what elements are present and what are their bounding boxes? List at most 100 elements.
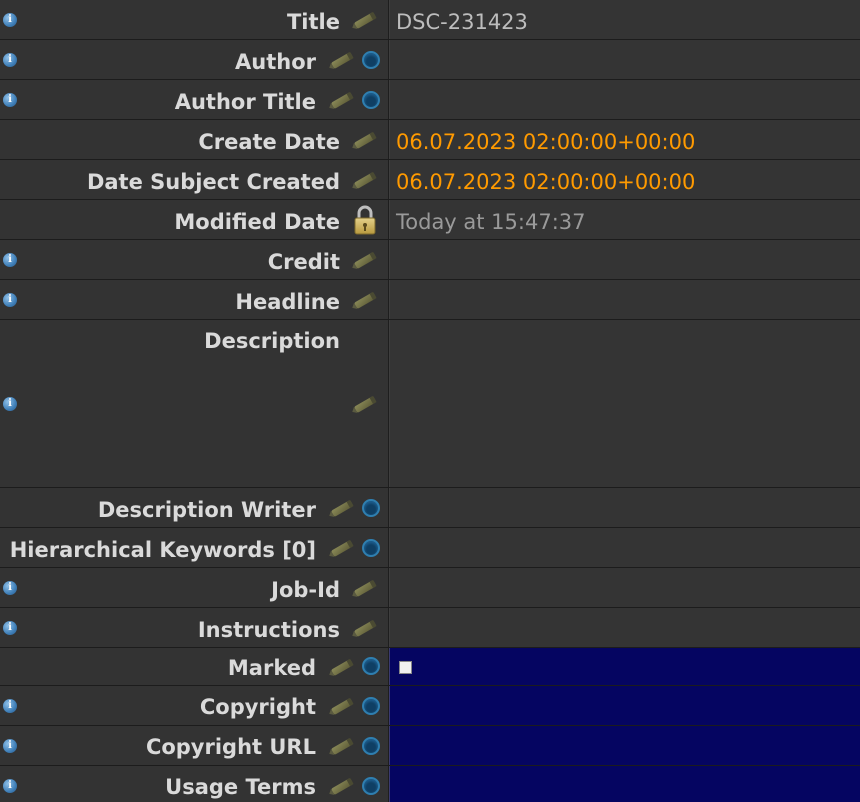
field-row-usage-terms: i Usage Terms [0, 766, 860, 802]
pencil-icon[interactable] [328, 696, 356, 716]
marked-field [389, 648, 860, 685]
field-row-hierarchical-keywords: Hierarchical Keywords [0] [0, 528, 860, 568]
pencil-icon[interactable] [328, 657, 356, 677]
drop-icon[interactable] [362, 539, 380, 557]
field-label: Credit [267, 250, 340, 274]
date-subject-created-input[interactable]: 06.07.2023 02:00:00+00:00 [389, 160, 860, 199]
pencil-icon[interactable] [351, 250, 379, 270]
pencil-icon[interactable] [328, 776, 356, 796]
drop-icon[interactable] [362, 51, 380, 69]
field-label: Author Title [174, 90, 316, 114]
field-label: Copyright URL [145, 735, 316, 759]
drop-icon[interactable] [362, 91, 380, 109]
label-cell: i Description [0, 320, 389, 487]
info-icon[interactable]: i [3, 739, 17, 753]
field-row-create-date: Create Date 06.07.2023 02:00:00+00:00 [0, 120, 860, 160]
lock-icon [354, 205, 376, 235]
label-cell: Modified Date [0, 200, 389, 239]
label-cell: i Copyright URL [0, 726, 389, 765]
field-row-instructions: i Instructions [0, 608, 860, 648]
field-label: Title [286, 10, 340, 34]
pencil-icon[interactable] [351, 130, 379, 150]
pencil-icon[interactable] [351, 10, 379, 30]
author-input[interactable] [389, 40, 860, 79]
label-cell: i Copyright [0, 686, 389, 725]
field-row-author-title: i Author Title [0, 80, 860, 120]
field-row-marked: Marked [0, 648, 860, 686]
credit-input[interactable] [389, 240, 860, 279]
field-label: Headline [235, 290, 340, 314]
headline-input[interactable] [389, 280, 860, 319]
pencil-icon[interactable] [328, 736, 356, 756]
field-label: Job-Id [271, 578, 340, 602]
date-subject-created-value: 06.07.2023 02:00:00+00:00 [396, 170, 696, 194]
field-row-job-id: i Job-Id [0, 568, 860, 608]
field-row-credit: i Credit [0, 240, 860, 280]
field-label: Copyright [199, 695, 316, 719]
pencil-icon[interactable] [351, 170, 379, 190]
title-value: DSC-231423 [396, 10, 528, 34]
pencil-icon[interactable] [351, 578, 379, 598]
drop-icon[interactable] [362, 499, 380, 517]
label-cell: i Headline [0, 280, 389, 319]
field-row-copyright: i Copyright [0, 686, 860, 726]
copyright-url-input[interactable] [389, 726, 860, 765]
instructions-input[interactable] [389, 608, 860, 647]
pencil-icon[interactable] [351, 618, 379, 638]
info-icon[interactable]: i [3, 779, 17, 793]
marked-checkbox[interactable] [399, 661, 412, 674]
field-label: Marked [227, 656, 316, 680]
pencil-icon[interactable] [351, 290, 379, 310]
label-cell: Date Subject Created [0, 160, 389, 199]
field-row-author: i Author [0, 40, 860, 80]
job-id-input[interactable] [389, 568, 860, 607]
field-label: Create Date [198, 130, 340, 154]
label-cell: i Title [0, 0, 389, 39]
label-cell: Marked [0, 648, 389, 685]
create-date-input[interactable]: 06.07.2023 02:00:00+00:00 [389, 120, 860, 159]
label-cell: Hierarchical Keywords [0] [0, 528, 389, 567]
pencil-icon[interactable] [351, 394, 379, 414]
pencil-icon[interactable] [328, 498, 356, 518]
pencil-icon[interactable] [328, 538, 356, 558]
label-cell: i Instructions [0, 608, 389, 647]
field-label: Description [204, 329, 340, 353]
label-cell: i Job-Id [0, 568, 389, 607]
info-icon[interactable]: i [3, 13, 17, 27]
field-row-description: i Description [0, 320, 860, 488]
field-row-copyright-url: i Copyright URL [0, 726, 860, 766]
field-label: Description Writer [97, 498, 316, 522]
modified-date-value: Today at 15:47:37 [396, 210, 586, 234]
info-icon[interactable]: i [3, 53, 17, 67]
author-title-input[interactable] [389, 80, 860, 119]
field-row-description-writer: Description Writer [0, 488, 860, 528]
info-icon[interactable]: i [3, 621, 17, 635]
pencil-icon[interactable] [328, 90, 356, 110]
info-icon[interactable]: i [3, 93, 17, 107]
copyright-input[interactable] [389, 686, 860, 725]
description-textarea[interactable] [389, 320, 860, 487]
pencil-icon[interactable] [328, 50, 356, 70]
title-input[interactable]: DSC-231423 [389, 0, 860, 39]
field-row-title: i Title DSC-231423 [0, 0, 860, 40]
info-icon[interactable]: i [3, 293, 17, 307]
drop-icon[interactable] [362, 697, 380, 715]
drop-icon[interactable] [362, 657, 380, 675]
info-icon[interactable]: i [3, 699, 17, 713]
field-label: Hierarchical Keywords [0] [9, 538, 316, 562]
drop-icon[interactable] [362, 737, 380, 755]
label-cell: i Usage Terms [0, 766, 389, 802]
hierarchical-keywords-input[interactable] [389, 528, 860, 567]
modified-date-field: Today at 15:47:37 [389, 200, 860, 239]
create-date-value: 06.07.2023 02:00:00+00:00 [396, 130, 696, 154]
info-icon[interactable]: i [3, 253, 17, 267]
usage-terms-input[interactable] [389, 766, 860, 802]
field-row-headline: i Headline [0, 280, 860, 320]
info-icon[interactable]: i [3, 397, 17, 411]
label-cell: Create Date [0, 120, 389, 159]
field-row-date-subject-created: Date Subject Created 06.07.2023 02:00:00… [0, 160, 860, 200]
drop-icon[interactable] [362, 777, 380, 795]
info-icon[interactable]: i [3, 581, 17, 595]
description-writer-input[interactable] [389, 488, 860, 527]
field-label: Date Subject Created [86, 170, 340, 194]
